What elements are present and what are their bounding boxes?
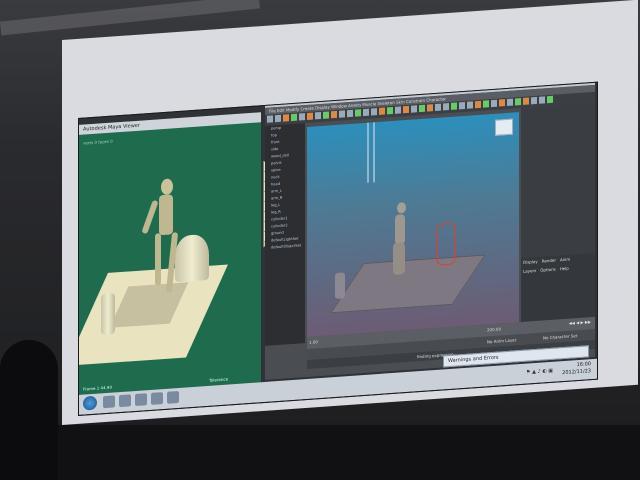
taskbar-app-icon[interactable] — [151, 392, 163, 405]
layer-editor[interactable]: Display Render Anim Layers Options Help — [521, 252, 595, 323]
audience-silhouette — [0, 340, 58, 480]
menu-options[interactable]: Options — [540, 267, 555, 273]
viewport-selected-arch[interactable] — [437, 222, 455, 266]
shelf-icon[interactable] — [299, 113, 305, 121]
taskbar-clock[interactable]: 16:00 2012/11/23 — [562, 361, 591, 377]
mannequin-arm — [141, 199, 159, 235]
character-set-field[interactable]: No Character Set — [543, 333, 577, 340]
viewer-footer-left: Frame 1 44.90 — [83, 384, 113, 392]
shelf-icon[interactable] — [315, 112, 321, 120]
shelf-icon[interactable] — [419, 104, 425, 113]
shelf-icon[interactable] — [483, 100, 489, 108]
tab-anim[interactable]: Anim — [560, 257, 570, 263]
shelf-icon[interactable] — [499, 99, 505, 107]
room-floor — [0, 425, 640, 480]
viewport-guide-line — [367, 122, 369, 183]
taskbar-app-icon[interactable] — [135, 393, 147, 407]
viewport-mannequin-body — [395, 214, 405, 245]
menu-help[interactable]: Help — [560, 266, 569, 272]
playback-controls[interactable]: ◀◀ ◀ ▶ ▶▶ — [569, 319, 591, 326]
shelf-icon[interactable] — [363, 108, 369, 117]
viewer-footer-right: Tolerance — [209, 376, 229, 383]
scene-arch — [175, 233, 209, 283]
shelf-icon[interactable] — [283, 114, 289, 122]
shelf-icon[interactable] — [323, 111, 329, 119]
viewport-grid-floor — [330, 254, 486, 314]
shelf-icon[interactable] — [331, 110, 337, 119]
shelf-icon[interactable] — [355, 109, 361, 117]
outliner-item[interactable]: defaultObjectSet — [265, 242, 305, 252]
viewport-mannequin-legs — [393, 242, 405, 275]
shelf-icon[interactable] — [531, 96, 537, 105]
tab-render[interactable]: Render — [542, 258, 556, 264]
timeline-start: 1.00 — [309, 339, 318, 345]
outliner-panel[interactable]: persp top front side wood_doll pelvis spine nec… — [265, 123, 305, 346]
clock-date: 2012/11/23 — [562, 368, 591, 377]
projected-desktop: Autodesk Maya Viewer verts 0 faces 0 Fra… — [78, 81, 598, 416]
anim-layer-field[interactable]: No Anim Layer — [487, 337, 516, 344]
mannequin-torso — [159, 194, 173, 236]
shelf-icon[interactable] — [291, 113, 297, 122]
view-cube[interactable] — [495, 118, 513, 136]
mannequin-head — [161, 178, 173, 196]
viewer-title-bar: Autodesk Maya Viewer — [79, 112, 261, 135]
viewer-stats: verts 0 faces 0 — [83, 138, 113, 146]
shelf-icon[interactable] — [435, 103, 441, 112]
channel-box[interactable] — [521, 102, 595, 259]
shelf-icon[interactable] — [387, 106, 393, 115]
shelf-icon[interactable] — [403, 105, 409, 114]
timeline-end: 200.00 — [487, 326, 501, 333]
shelf-icon[interactable] — [371, 108, 377, 116]
tab-display[interactable]: Display — [523, 259, 538, 265]
viewport-guide-line — [373, 122, 375, 183]
maya-window[interactable]: Autodesk Maya 2013 File Edit Modify Crea… — [265, 81, 595, 380]
shelf-icon[interactable] — [507, 98, 513, 107]
taskbar-app-icon[interactable] — [167, 390, 179, 404]
system-tray-icons[interactable]: ⚑ ▲ ♪ ◐ ▣ — [526, 368, 553, 376]
taskbar-app-icon[interactable] — [119, 394, 131, 408]
shelf-icon[interactable] — [523, 97, 529, 105]
menu-layers[interactable]: Layers — [523, 268, 536, 274]
shelf-icon[interactable] — [339, 110, 345, 118]
shelf-icon[interactable] — [395, 106, 401, 114]
shelf-icon[interactable] — [467, 101, 473, 109]
shelf-icon[interactable] — [267, 115, 273, 123]
shelf-icon[interactable] — [411, 105, 417, 113]
shelf-icon[interactable] — [547, 95, 553, 104]
shelf-icon[interactable] — [515, 98, 521, 106]
photo-room: Autodesk Maya Viewer verts 0 faces 0 Fra… — [0, 0, 640, 480]
shelf-icon[interactable] — [539, 96, 545, 104]
start-orb-icon[interactable] — [83, 395, 97, 411]
shelf-icon[interactable] — [451, 102, 457, 110]
mannequin-leg — [155, 233, 161, 286]
taskbar-app-icon[interactable] — [103, 395, 115, 409]
shelf-icon[interactable] — [347, 109, 353, 118]
viewport-mannequin-head — [397, 202, 406, 214]
scene-cylinder — [101, 292, 115, 336]
perspective-viewport[interactable] — [307, 112, 519, 337]
viewer-window[interactable]: Autodesk Maya Viewer verts 0 faces 0 Fra… — [78, 112, 261, 395]
viewport-cylinder — [335, 272, 345, 300]
shelf-icon[interactable] — [307, 112, 313, 120]
shelf-icon[interactable] — [427, 104, 433, 112]
shelf-icon[interactable] — [491, 99, 497, 108]
shelf-icon[interactable] — [459, 101, 465, 110]
shelf-icon[interactable] — [443, 103, 449, 111]
shelf-icon[interactable] — [379, 107, 385, 115]
shelf-icon[interactable] — [475, 100, 481, 109]
shelf-icon[interactable] — [275, 114, 281, 123]
